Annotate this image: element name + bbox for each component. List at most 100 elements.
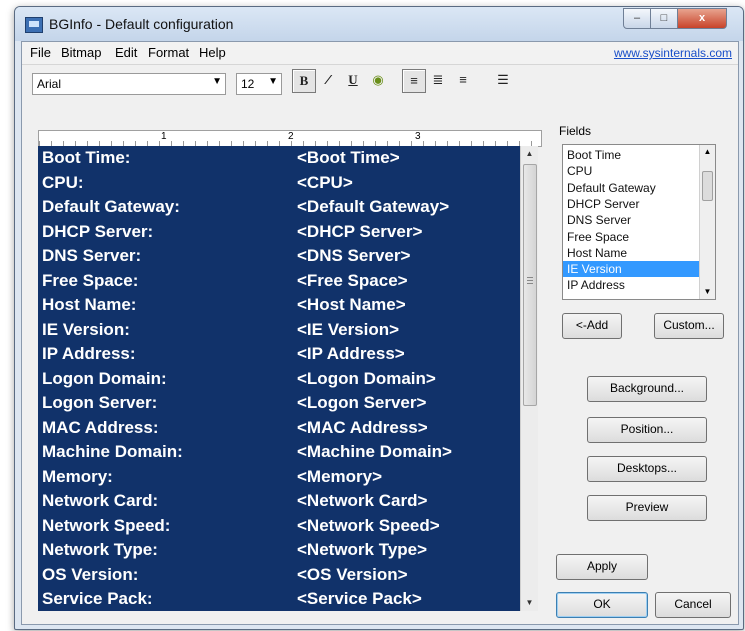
field-label-text: Free Space: <box>42 270 139 290</box>
fields-list-item[interactable]: DHCP Server <box>563 196 701 212</box>
editor-row: IE Version: <IE Version> <box>38 319 520 343</box>
color-picker-icon[interactable]: ◉ <box>367 69 389 91</box>
scroll-down-icon[interactable]: ▼ <box>521 595 538 611</box>
background-button[interactable]: Background... <box>587 376 707 402</box>
scroll-thumb[interactable] <box>523 164 537 406</box>
sysinternals-link[interactable]: www.sysinternals.com <box>614 46 732 60</box>
scroll-up-icon[interactable]: ▲ <box>700 145 715 159</box>
field-label-text: Service Pack: <box>42 589 153 608</box>
field-value-token: <Default Gateway> <box>297 197 450 216</box>
scroll-up-icon[interactable]: ▲ <box>521 146 538 162</box>
editor-row: Network Speed: <Network Speed> <box>38 515 520 539</box>
menu-format[interactable]: Format <box>148 45 189 60</box>
field-label-text: Machine Domain: <box>42 442 183 461</box>
app-icon <box>25 17 43 33</box>
font-size-value: 12 <box>241 77 255 91</box>
scroll-down-icon[interactable]: ▼ <box>700 285 715 299</box>
field-label-text: DNS Server: <box>42 246 142 265</box>
close-button[interactable]: x <box>677 8 727 29</box>
ruler-mark-3: 3 <box>415 131 421 142</box>
field-label-text: CPU: <box>42 172 84 192</box>
fields-list-item[interactable]: Host Name <box>563 245 701 261</box>
fields-list-item[interactable]: IP Address <box>563 277 701 293</box>
fields-list[interactable]: IP Address IE Version Host Name Free Space D… <box>562 144 716 300</box>
preview-button[interactable]: Preview <box>587 495 707 521</box>
editor-row: Service Pack: <Service Pack> <box>38 588 520 611</box>
underline-button[interactable]: U <box>342 69 364 91</box>
editor-row: Free Space: <Free Space> <box>38 270 520 294</box>
field-label-text: Network Card: <box>42 491 159 510</box>
field-label-text: OS Version: <box>42 564 139 584</box>
editor-row: Boot Time: <Boot Time> <box>38 147 520 171</box>
fields-list-item[interactable]: Boot Time <box>563 147 701 163</box>
menu-help[interactable]: Help <box>199 45 226 60</box>
field-value-token: <Machine Domain> <box>297 442 452 461</box>
font-select[interactable]: Arial ▼ <box>32 73 226 95</box>
fields-list-item[interactable]: CPU <box>563 163 701 179</box>
field-label-text: MAC Address: <box>42 417 159 437</box>
field-label-text: Memory: <box>42 466 113 486</box>
editor-row: Host Name: <Host Name> <box>38 294 520 318</box>
field-value-token: <IE Version> <box>297 319 400 339</box>
minimize-button[interactable]: – <box>623 8 651 29</box>
desktops-button[interactable]: Desktops... <box>587 456 707 482</box>
field-value-token: <DNS Server> <box>297 246 411 265</box>
bold-button[interactable]: B <box>292 69 316 93</box>
align-center-button[interactable]: ≣ <box>427 69 449 91</box>
menu-file[interactable]: File <box>30 45 51 60</box>
menu-bitmap[interactable]: Bitmap <box>61 45 101 60</box>
fields-scroll-thumb[interactable] <box>702 171 713 201</box>
field-value-token: <Network Card> <box>297 491 428 510</box>
field-value-token: <Service Pack> <box>297 589 422 608</box>
ruler-mark-1: 1 <box>161 131 167 142</box>
editor-row: Machine Domain: <Machine Domain> <box>38 441 520 465</box>
menu-bar: File Bitmap Edit Format Help www.sysinte… <box>22 42 738 65</box>
cancel-button[interactable]: Cancel <box>655 592 731 618</box>
field-label-text: IP Address: <box>42 344 136 363</box>
align-right-button[interactable]: ≡ <box>452 69 474 91</box>
ruler-mark-2: 2 <box>288 131 294 142</box>
editor-row: Network Card: <Network Card> <box>38 490 520 514</box>
italic-button[interactable]: ⁄ <box>317 69 339 91</box>
align-left-button[interactable]: ≡ <box>402 69 426 93</box>
chevron-down-icon: ▼ <box>268 76 278 87</box>
window-title: BGInfo - Default configuration <box>49 16 234 32</box>
field-value-token: <CPU> <box>297 172 353 192</box>
field-value-token: <Memory> <box>297 466 383 486</box>
font-size-select[interactable]: 12 ▼ <box>236 73 282 95</box>
field-label-text: DHCP Server: <box>42 221 154 241</box>
editor-row: Memory: <Memory> <box>38 466 520 490</box>
field-label-text: Logon Server: <box>42 393 158 412</box>
field-label-text: Boot Time: <box>42 148 131 167</box>
editor-row: Logon Domain: <Logon Domain> <box>38 368 520 392</box>
field-value-token: <Logon Domain> <box>297 368 436 388</box>
field-label-text: IE Version: <box>42 319 130 339</box>
ok-button[interactable]: OK <box>556 592 648 618</box>
editor-row: CPU: <CPU> <box>38 172 520 196</box>
field-value-token: <DHCP Server> <box>297 221 423 241</box>
editor-scrollbar[interactable]: ▲ ▼ <box>520 146 538 611</box>
field-value-token: <OS Version> <box>297 564 408 584</box>
fields-list-item[interactable]: IE Version <box>563 261 701 278</box>
field-value-token: <IP Address> <box>297 344 405 363</box>
font-value: Arial <box>37 77 62 91</box>
fields-list-item[interactable]: Default Gateway <box>563 180 701 196</box>
fields-list-item[interactable]: Free Space <box>563 229 701 245</box>
bullet-list-button[interactable]: ☰ <box>492 69 514 91</box>
position-button[interactable]: Position... <box>587 417 707 443</box>
fields-scrollbar[interactable]: ▲ ▼ <box>699 145 715 299</box>
field-value-token: <Network Type> <box>297 540 428 559</box>
fields-list-item[interactable]: DNS Server <box>563 212 701 228</box>
field-value-token: <Logon Server> <box>297 393 427 412</box>
field-label-text: Default Gateway: <box>42 197 180 216</box>
field-label-text: Network Speed: <box>42 515 171 535</box>
menu-edit[interactable]: Edit <box>115 45 137 60</box>
chevron-down-icon: ▼ <box>212 76 222 87</box>
add-button[interactable]: <-Add <box>562 313 622 339</box>
field-value-token: <Network Speed> <box>297 515 440 535</box>
custom-button[interactable]: Custom... <box>654 313 724 339</box>
text-editor[interactable]: Boot Time: <Boot Time> CPU: <CPU> Default Ga… <box>38 146 520 611</box>
apply-button[interactable]: Apply <box>556 554 648 580</box>
editor-row: DHCP Server: <DHCP Server> <box>38 221 520 245</box>
maximize-button[interactable]: □ <box>650 8 678 29</box>
